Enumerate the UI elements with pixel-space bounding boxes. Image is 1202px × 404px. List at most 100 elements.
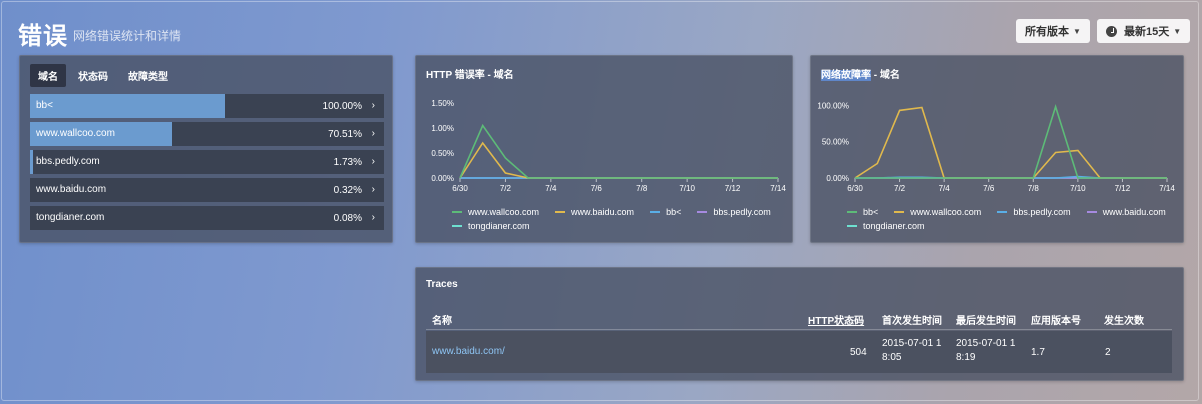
legend-label: bb< [863,207,879,217]
trace-version: 1.7 [1031,347,1045,358]
domain-panel: 域名 状态码 故障类型 bb< 100.00% › www.wallcoo.com 70… [19,55,393,243]
col-name[interactable]: 名称 [432,312,452,327]
net-chart-title: 网络故障率 - 域名 [821,66,900,81]
y-tick-label: 0.50% [431,149,454,158]
y-tick-label: 0.00% [826,174,849,183]
legend-label: www.wallcoo.com [910,207,982,217]
series-line-bb- [855,104,1167,179]
table-row: www.baidu.com/ 504 2015-07-01 1 8:05 2015… [426,331,1172,373]
net-chart-title-rest: - 域名 [871,70,900,81]
legend-label: tongdianer.com [863,221,925,231]
date-range-dropdown[interactable]: 最新15天 ▼ [1097,19,1191,43]
x-tick-label: 6/30 [847,184,863,193]
legend-item[interactable]: tongdianer.com [847,221,925,231]
y-tick-label: 100.00% [817,101,849,110]
page-subtitle: 网络错误统计和详情 [73,29,182,43]
series-line-www-wallcoo-com [459,123,778,179]
col-first-time[interactable]: 首次发生时间 [882,312,942,327]
trace-first-time-line1: 2015-07-01 1 [882,338,942,349]
version-dropdown[interactable]: 所有版本 ▼ [1016,19,1090,43]
domain-row-percent: 0.08% [333,213,362,224]
legend-item[interactable]: bbs.pedly.com [997,207,1071,217]
legend-item[interactable]: bb< [847,207,878,217]
x-tick-label: 7/14 [770,184,786,193]
col-app-version[interactable]: 应用版本号 [1031,312,1081,327]
x-tick-label: 7/8 [1028,184,1040,193]
trace-last-time: 2015-07-01 1 8:19 [956,337,1016,365]
caret-down-icon: ▼ [1073,26,1081,36]
trace-link[interactable]: www.baidu.com/ [432,345,505,359]
domain-row-bar [30,94,225,118]
x-tick-label: 7/12 [725,184,741,193]
legend-swatch [847,225,857,227]
domain-row-label: www.wallcoo.com [36,128,115,139]
legend-swatch [894,211,905,213]
version-dropdown-label: 所有版本 [1025,26,1069,38]
legend-label: www.baidu.com [571,207,635,217]
series-line-www-wallcoo-com [854,106,1167,179]
tab-domain[interactable]: 域名 [30,64,66,87]
tab-fault-type[interactable]: 故障类型 [120,64,176,87]
y-tick-label: 1.50% [431,99,454,108]
domain-row[interactable]: tongdianer.com 0.08% › [30,206,384,230]
domain-row-label: tongdianer.com [36,212,105,223]
x-tick-label: 7/4 [939,184,951,193]
legend-label: bbs.pedly.com [1013,207,1071,217]
legend-swatch [847,211,857,213]
legend-swatch [997,211,1008,213]
legend-item[interactable]: www.wallcoo.com [452,207,539,217]
domain-row[interactable]: bb< 100.00% › [30,94,384,118]
domain-tabs: 域名 状态码 故障类型 [30,64,176,87]
x-tick-label: 7/4 [545,184,557,193]
x-tick-label: 7/6 [983,184,995,193]
chevron-right-icon: › [371,184,375,195]
chevron-right-icon: › [371,100,375,111]
trace-last-time-line2: 8:19 [956,352,976,363]
domain-row[interactable]: bbs.pedly.com 1.73% › [30,150,384,174]
legend-swatch [697,211,708,213]
y-tick-label: 50.00% [822,138,849,147]
caret-down-icon: ▼ [1173,26,1182,36]
col-last-time[interactable]: 最后发生时间 [956,312,1016,327]
trace-first-time-line2: 8:05 [882,352,902,363]
date-range-label: 最新15天 [1124,26,1170,38]
legend-swatch [650,211,661,213]
legend-item[interactable]: www.baidu.com [1086,207,1166,217]
domain-row[interactable]: www.wallcoo.com 70.51% › [30,122,384,146]
chevron-right-icon: › [371,128,375,139]
chevron-right-icon: › [371,212,375,223]
domain-row-percent: 1.73% [333,157,362,168]
table-divider [426,329,1172,330]
http-chart-title: HTTP 错误率 - 域名 [426,70,514,81]
legend-swatch [452,225,462,227]
domain-row-label: bb< [36,100,53,111]
domain-row-percent: 100.00% [322,101,362,112]
legend-item[interactable]: bb< [650,207,681,217]
traces-title: Traces [426,279,458,290]
x-tick-label: 6/30 [452,184,468,193]
legend-item[interactable]: tongdianer.com [452,221,530,231]
col-http-status[interactable]: HTTP状态码 [808,312,864,327]
x-tick-label: 7/10 [679,184,695,193]
legend-item[interactable]: bbs.pedly.com [697,207,771,217]
y-tick-label: 0.00% [431,174,454,183]
legend-item[interactable]: www.baidu.com [555,207,634,217]
y-tick-label: 1.00% [431,124,454,133]
domain-row-bar [30,150,33,174]
network-fault-chart-panel: 网络故障率 - 域名 0.00% 50.00% 100.00% 6/30 7/2 7/4 7… [810,55,1184,243]
chevron-right-icon: › [371,156,375,167]
legend-item[interactable]: www.wallcoo.com [894,207,981,217]
trace-status: 504 [850,347,867,358]
legend-label: www.baidu.com [1102,207,1166,217]
x-tick-label: 7/8 [636,184,648,193]
domain-row[interactable]: www.baidu.com 0.32% › [30,178,384,202]
legend-label: tongdianer.com [468,221,530,231]
x-tick-label: 7/12 [1115,184,1131,193]
domain-row-percent: 70.51% [328,129,362,140]
trace-last-time-line1: 2015-07-01 1 [956,338,1016,349]
x-tick-label: 7/6 [591,184,603,193]
col-count[interactable]: 发生次数 [1104,312,1144,327]
tab-status-code[interactable]: 状态码 [70,64,116,87]
trace-first-time: 2015-07-01 1 8:05 [882,337,942,365]
domain-row-label: www.baidu.com [36,184,107,195]
